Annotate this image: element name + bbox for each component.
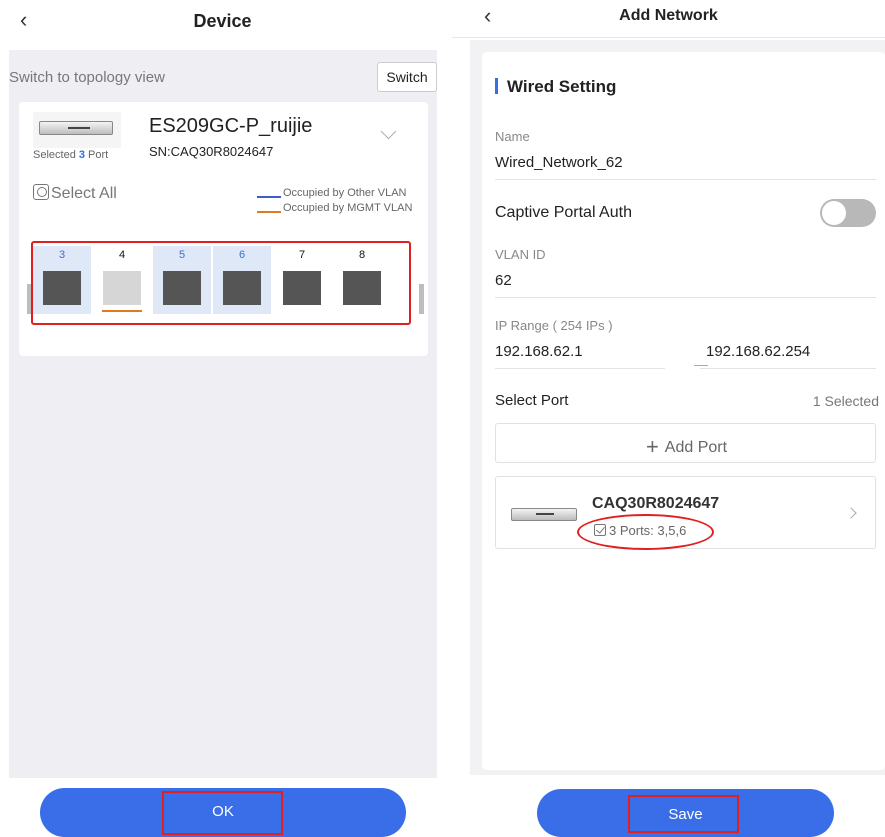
page-title: Add Network: [619, 7, 718, 24]
ip-end-divider: [700, 368, 876, 369]
add-port-label: Add Port: [664, 439, 728, 456]
select-port-label: Select Port: [495, 392, 569, 409]
name-label: Name: [495, 129, 530, 144]
name-field[interactable]: Wired_Network_62: [495, 154, 623, 171]
vlan-id-field[interactable]: 62: [495, 272, 512, 289]
chevron-right-icon: [845, 507, 857, 519]
switch-icon: [39, 121, 113, 135]
switch-view-button[interactable]: Switch: [377, 62, 437, 92]
ip-start-field[interactable]: 192.168.62.1: [495, 343, 583, 360]
device-panel: ‹ Device Switch to topology view Switch …: [0, 0, 445, 837]
device-sn: SN:CAQ30R8024647: [149, 144, 274, 159]
name-divider: [495, 179, 876, 180]
ports-summary-highlight: [577, 514, 714, 550]
add-network-panel: ‹ Add Network Wired Setting Name Wired_N…: [452, 0, 885, 837]
ip-range-dash: [694, 365, 708, 366]
port-scroll-edge-right: [419, 284, 424, 314]
switch-thumbnail: [33, 112, 121, 148]
ip-start-divider: [495, 368, 665, 369]
add-network-header: ‹ Add Network: [452, 0, 885, 38]
ip-end-field[interactable]: 192.168.62.254: [706, 343, 810, 360]
ip-range-label: IP Range ( 254 IPs ): [495, 318, 613, 333]
select-all-toggle[interactable]: Select All: [33, 184, 117, 203]
vlan-id-label: VLAN ID: [495, 247, 546, 262]
captive-portal-toggle[interactable]: [820, 199, 876, 227]
select-port-count: 1 Selected: [812, 393, 879, 409]
plus-icon: +: [645, 434, 659, 459]
switch-icon: [511, 508, 577, 521]
captive-portal-label: Captive Portal Auth: [495, 204, 632, 221]
ok-highlight-box: [162, 791, 283, 835]
section-title: Wired Setting: [507, 77, 617, 96]
legend-swatch-mgmt: [257, 211, 281, 213]
wired-setting-card: Wired Setting Name Wired_Network_62 Capt…: [482, 52, 885, 770]
device-header: ‹ Device: [0, 0, 445, 44]
save-highlight-box: [628, 795, 739, 833]
legend-swatch-other: [257, 196, 281, 198]
device-body: Switch to topology view Switch Selected …: [9, 50, 437, 778]
topology-row: Switch to topology view Switch: [9, 50, 437, 100]
vlan-divider: [495, 297, 876, 298]
page-title: Device: [193, 11, 252, 31]
topology-text: Switch to topology view: [9, 69, 165, 86]
add-port-button[interactable]: + Add Port: [495, 423, 876, 463]
chevron-down-icon[interactable]: [380, 123, 397, 140]
ports-highlight-box: [31, 241, 411, 325]
device-sn: CAQ30R8024647: [592, 495, 720, 512]
select-all-icon: [33, 184, 49, 200]
add-network-body: Wired Setting Name Wired_Network_62 Capt…: [470, 40, 885, 775]
selected-port-count: Selected 3 Port: [33, 149, 109, 161]
device-name: ES209GC-P_ruijie: [149, 115, 313, 137]
section-marker: [495, 78, 498, 94]
toggle-knob: [822, 201, 846, 225]
